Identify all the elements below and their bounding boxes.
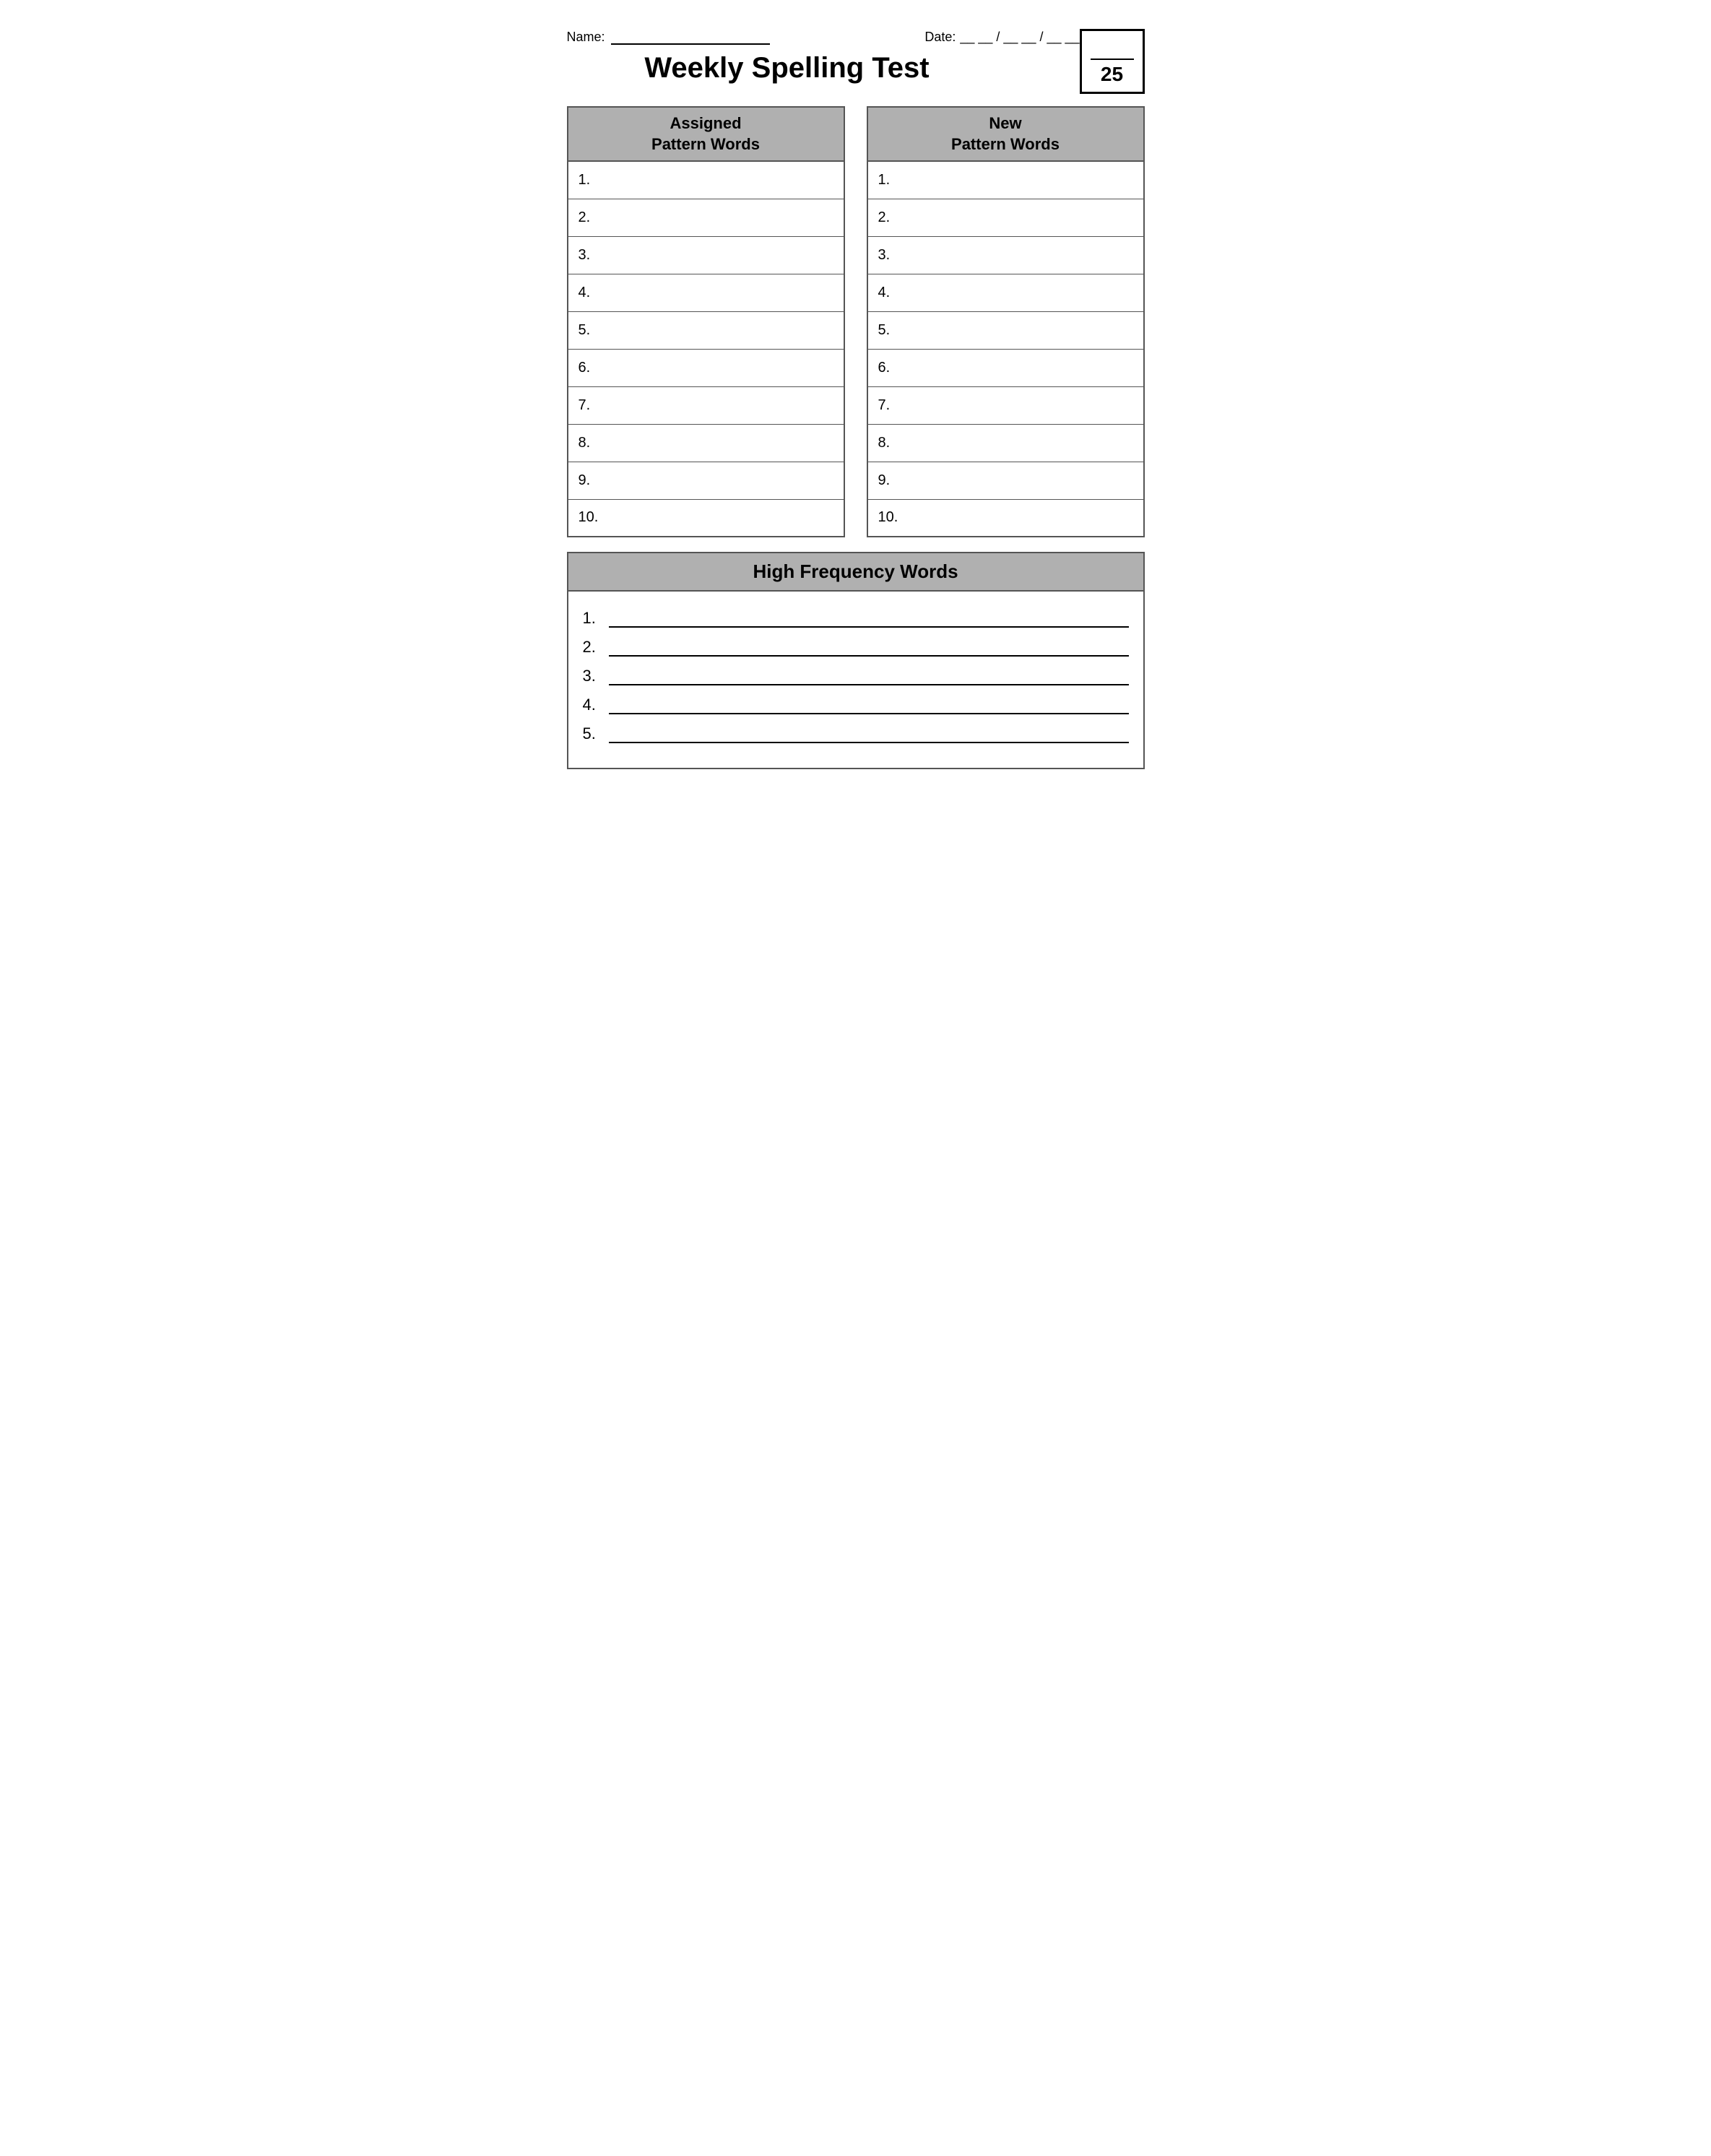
assigned-cell: 1. bbox=[568, 161, 844, 199]
freq-line bbox=[609, 726, 1129, 743]
new-row: 2. bbox=[867, 199, 1144, 236]
assigned-cell: 4. bbox=[568, 274, 844, 311]
assigned-row: 3. bbox=[568, 236, 844, 274]
new-cell: 5. bbox=[867, 311, 1144, 349]
date-section: Date: __ __ / __ __ / __ __ bbox=[924, 30, 1079, 45]
new-header: New Pattern Words bbox=[867, 107, 1144, 161]
new-row: 8. bbox=[867, 424, 1144, 462]
assigned-row: 8. bbox=[568, 424, 844, 462]
new-row: 3. bbox=[867, 236, 1144, 274]
name-label: Name: bbox=[567, 30, 605, 45]
new-cell: 3. bbox=[867, 236, 1144, 274]
assigned-cell: 5. bbox=[568, 311, 844, 349]
name-section: Name: bbox=[567, 29, 770, 45]
name-line bbox=[611, 29, 770, 45]
new-row: 4. bbox=[867, 274, 1144, 311]
page-title: Weekly Spelling Test bbox=[567, 52, 1008, 85]
high-frequency-header: High Frequency Words bbox=[568, 553, 1143, 592]
new-cell: 4. bbox=[867, 274, 1144, 311]
score-number: 25 bbox=[1101, 63, 1123, 86]
assigned-cell: 8. bbox=[568, 424, 844, 462]
freq-item: 4. bbox=[583, 696, 1129, 714]
freq-item-number: 4. bbox=[583, 696, 605, 714]
assigned-cell: 9. bbox=[568, 462, 844, 499]
new-table: New Pattern Words 1.2.3.4.5.6.7.8.9.10. bbox=[867, 106, 1145, 537]
new-row: 10. bbox=[867, 499, 1144, 537]
new-cell: 6. bbox=[867, 349, 1144, 386]
freq-item-number: 1. bbox=[583, 609, 605, 628]
freq-item: 2. bbox=[583, 638, 1129, 657]
score-divider bbox=[1091, 59, 1134, 60]
new-row: 6. bbox=[867, 349, 1144, 386]
assigned-table: Assigned Pattern Words 1.2.3.4.5.6.7.8.9… bbox=[567, 106, 845, 537]
assigned-cell: 6. bbox=[568, 349, 844, 386]
freq-line bbox=[609, 610, 1129, 628]
new-cell: 9. bbox=[867, 462, 1144, 499]
freq-line bbox=[609, 697, 1129, 714]
date-label: Date: bbox=[924, 30, 956, 45]
header-row: Name: Date: __ __ / __ __ / __ __ Weekly… bbox=[567, 29, 1145, 99]
assigned-cell: 2. bbox=[568, 199, 844, 236]
two-column-section: Assigned Pattern Words 1.2.3.4.5.6.7.8.9… bbox=[567, 106, 1145, 537]
assigned-row: 7. bbox=[568, 386, 844, 424]
freq-item: 3. bbox=[583, 667, 1129, 685]
assigned-header: Assigned Pattern Words bbox=[568, 107, 844, 161]
new-row: 7. bbox=[867, 386, 1144, 424]
new-cell: 2. bbox=[867, 199, 1144, 236]
assigned-row: 5. bbox=[568, 311, 844, 349]
assigned-cell: 7. bbox=[568, 386, 844, 424]
freq-line bbox=[609, 639, 1129, 657]
freq-item: 5. bbox=[583, 724, 1129, 743]
assigned-row: 10. bbox=[568, 499, 844, 537]
freq-item-number: 3. bbox=[583, 667, 605, 685]
freq-line bbox=[609, 668, 1129, 685]
assigned-row: 4. bbox=[568, 274, 844, 311]
new-row: 1. bbox=[867, 161, 1144, 199]
new-cell: 7. bbox=[867, 386, 1144, 424]
new-row: 9. bbox=[867, 462, 1144, 499]
assigned-cell: 3. bbox=[568, 236, 844, 274]
assigned-cell: 10. bbox=[568, 499, 844, 537]
assigned-row: 6. bbox=[568, 349, 844, 386]
new-cell: 1. bbox=[867, 161, 1144, 199]
freq-item-number: 5. bbox=[583, 724, 605, 743]
score-box: 25 bbox=[1080, 29, 1145, 94]
new-cell: 8. bbox=[867, 424, 1144, 462]
high-frequency-section: High Frequency Words 1. 2. 3. 4. 5. bbox=[567, 552, 1145, 769]
freq-words-list: 1. 2. 3. 4. 5. bbox=[568, 592, 1143, 768]
assigned-row: 1. bbox=[568, 161, 844, 199]
date-format: __ __ / __ __ / __ __ bbox=[960, 30, 1079, 45]
new-row: 5. bbox=[867, 311, 1144, 349]
title-area: Name: Date: __ __ / __ __ / __ __ Weekly… bbox=[567, 29, 1080, 99]
freq-item-number: 2. bbox=[583, 638, 605, 657]
assigned-row: 2. bbox=[568, 199, 844, 236]
new-cell: 10. bbox=[867, 499, 1144, 537]
freq-item: 1. bbox=[583, 609, 1129, 628]
assigned-row: 9. bbox=[568, 462, 844, 499]
